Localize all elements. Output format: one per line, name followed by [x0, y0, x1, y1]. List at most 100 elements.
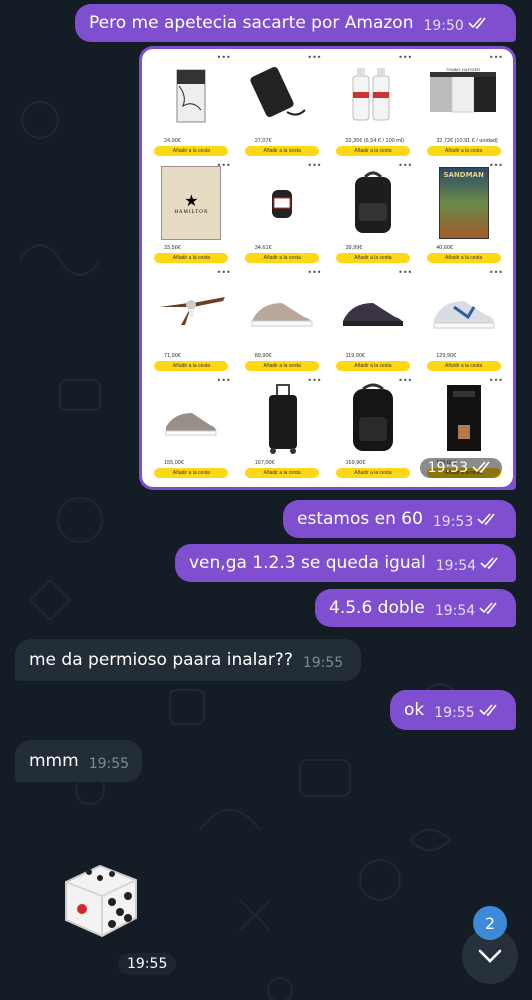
add-to-cart-button: Añadir a la cesta: [245, 360, 320, 371]
add-to-cart-button: Añadir a la cesta: [335, 253, 410, 263]
add-to-cart-button: Añadir a la cesta: [245, 145, 320, 156]
add-to-cart-button: Añadir a la cesta: [426, 360, 501, 371]
message-bubble-outgoing[interactable]: 4.5.6 doble 19:54: [315, 589, 516, 627]
hamilton-book-cover: ★ HAMILTON: [161, 165, 222, 240]
product-card: ••• 169,90€ Añadir a la cesta: [328, 376, 419, 484]
product-price: 39,99€: [345, 245, 363, 251]
message-time: 19:55: [302, 655, 344, 671]
message-bubble-incoming[interactable]: me da permioso paara inalar?? 19:55: [15, 639, 361, 681]
suitcase-icon: [269, 383, 298, 454]
sneaker-icon: [251, 303, 313, 327]
add-to-cart-button: Añadir a la cesta: [154, 468, 229, 478]
sneaker-icon: [433, 301, 495, 329]
backpack-icon: [354, 171, 391, 233]
more-icon: •••: [307, 53, 322, 62]
product-price: 34,61€: [254, 245, 272, 251]
dice-timestamp: 19:55: [118, 953, 177, 975]
shoe-icon: [342, 303, 403, 327]
message-time: 19:50: [423, 18, 464, 34]
message-bubble-outgoing[interactable]: ok 19:55: [390, 690, 516, 730]
product-card: ••• TOMMY HILFIGER 32,72€ (10,91 € / uni…: [418, 53, 509, 161]
sandman-comic-cover: SANDMAN: [438, 166, 489, 239]
dice-icon[interactable]: [52, 852, 148, 948]
add-to-cart-button: Añadir a la cesta: [154, 253, 229, 263]
more-icon: •••: [216, 375, 231, 385]
svg-text:TOMMY HILFIGER: TOMMY HILFIGER: [445, 67, 479, 72]
message-text: estamos en 60: [297, 509, 423, 529]
add-to-cart-button: Añadir a la cesta: [335, 145, 410, 156]
power-bank-icon: [250, 67, 306, 118]
unread-count-badge: 2: [473, 906, 507, 940]
product-card: ••• 155,00€ Añadir a la cesta: [146, 376, 237, 484]
product-price: 119,90€: [345, 352, 365, 359]
photo-message[interactable]: ••• 24,90€ Añadir a la cesta ••• 27,07€ …: [139, 46, 516, 490]
speaker-icon: [272, 189, 293, 218]
product-price: 89,90€: [254, 352, 272, 359]
double-check-icon: [468, 17, 486, 29]
product-card: ••• 129,90€ Añadir a la cesta: [418, 268, 509, 376]
chevron-down-icon: [478, 949, 502, 963]
double-check-icon: [479, 602, 497, 614]
product-card: ••• 119,90€ Añadir a la cesta: [328, 268, 419, 376]
message-bubble-incoming[interactable]: mmm 19:55: [15, 740, 142, 782]
double-check-icon: [472, 461, 490, 473]
message-text: mmm: [29, 751, 79, 771]
more-icon: •••: [216, 53, 231, 62]
amazon-cart-screenshot: ••• 24,90€ Añadir a la cesta ••• 27,07€ …: [142, 49, 513, 487]
more-icon: •••: [307, 160, 322, 170]
product-price: 155,00€: [164, 460, 184, 466]
coffee-machine-icon: [446, 384, 481, 451]
more-icon: •••: [307, 268, 322, 277]
add-to-cart-button: Añadir a la cesta: [245, 468, 320, 478]
message-time: 19:55: [434, 705, 475, 721]
more-icon: •••: [488, 53, 503, 62]
message-text: ven,ga 1.2.3 se queda igual: [189, 553, 426, 573]
message-text: Pero me apetecia sacarte por Amazon: [89, 13, 414, 33]
product-card: ••• 24,90€ Añadir a la cesta: [146, 53, 237, 161]
more-icon: •••: [398, 160, 413, 170]
product-price: 129,90€: [436, 352, 457, 359]
message-text: me da permioso paara inalar??: [29, 650, 293, 670]
photo-timestamp: 19:53: [419, 458, 502, 478]
message-bubble-outgoing[interactable]: Pero me apetecia sacarte por Amazon 19:50: [75, 4, 516, 42]
product-card: ••• SANDMAN 40,60€ Añadir a la cesta: [418, 161, 509, 269]
product-price: 33,56€: [164, 245, 181, 251]
more-icon: •••: [307, 375, 322, 385]
product-price: 32,35€ (6,54 € / 100 ml): [345, 137, 404, 144]
add-to-cart-button: Añadir a la cesta: [426, 145, 501, 156]
product-price: 32,72€ (10,91 € / unidad): [436, 137, 498, 144]
add-to-cart-button: Añadir a la cesta: [154, 145, 229, 156]
more-icon: •••: [488, 268, 503, 277]
more-icon: •••: [216, 268, 231, 277]
add-to-cart-button: Añadir a la cesta: [335, 468, 410, 478]
message-bubble-outgoing[interactable]: ven,ga 1.2.3 se queda igual 19:54: [175, 544, 516, 582]
product-card: ••• 27,07€ Añadir a la cesta: [237, 53, 328, 161]
add-to-cart-button: Añadir a la cesta: [335, 360, 410, 371]
message-text: ok: [404, 700, 425, 720]
product-card: ••• ★ HAMILTON 33,56€ Añadir a la cesta: [146, 161, 237, 269]
more-icon: •••: [398, 268, 413, 277]
laptop-backpack-icon: [352, 383, 393, 451]
message-bubble-outgoing[interactable]: estamos en 60 19:53: [283, 500, 516, 538]
product-card: ••• 32,35€ (6,54 € / 100 ml) Añadir a la…: [328, 53, 419, 161]
product-card: ••• 71,90€ Añadir a la cesta: [146, 268, 237, 376]
product-price: 71,90€: [164, 352, 181, 359]
message-time: 19:54: [435, 558, 477, 574]
product-price: 167,00€: [254, 460, 275, 466]
add-to-cart-button: Añadir a la cesta: [426, 253, 501, 263]
more-icon: •••: [216, 160, 231, 170]
product-card: ••• 89,90€ Añadir a la cesta: [237, 268, 328, 376]
message-text: 4.5.6 doble: [329, 598, 425, 618]
product-price: 24,90€: [164, 137, 181, 144]
more-icon: •••: [488, 375, 503, 385]
product-card: ••• 167,00€ Añadir a la cesta: [237, 376, 328, 484]
ceiling-fan-icon: [159, 297, 226, 326]
product-price: 27,07€: [254, 137, 272, 144]
add-to-cart-button: Añadir a la cesta: [245, 253, 320, 263]
product-price: 169,90€: [345, 460, 366, 466]
more-icon: •••: [488, 160, 503, 170]
more-icon: •••: [398, 53, 413, 62]
add-to-cart-button: Añadir a la cesta: [154, 360, 229, 371]
message-time: 19:53: [432, 514, 474, 530]
double-check-icon: [477, 513, 495, 525]
